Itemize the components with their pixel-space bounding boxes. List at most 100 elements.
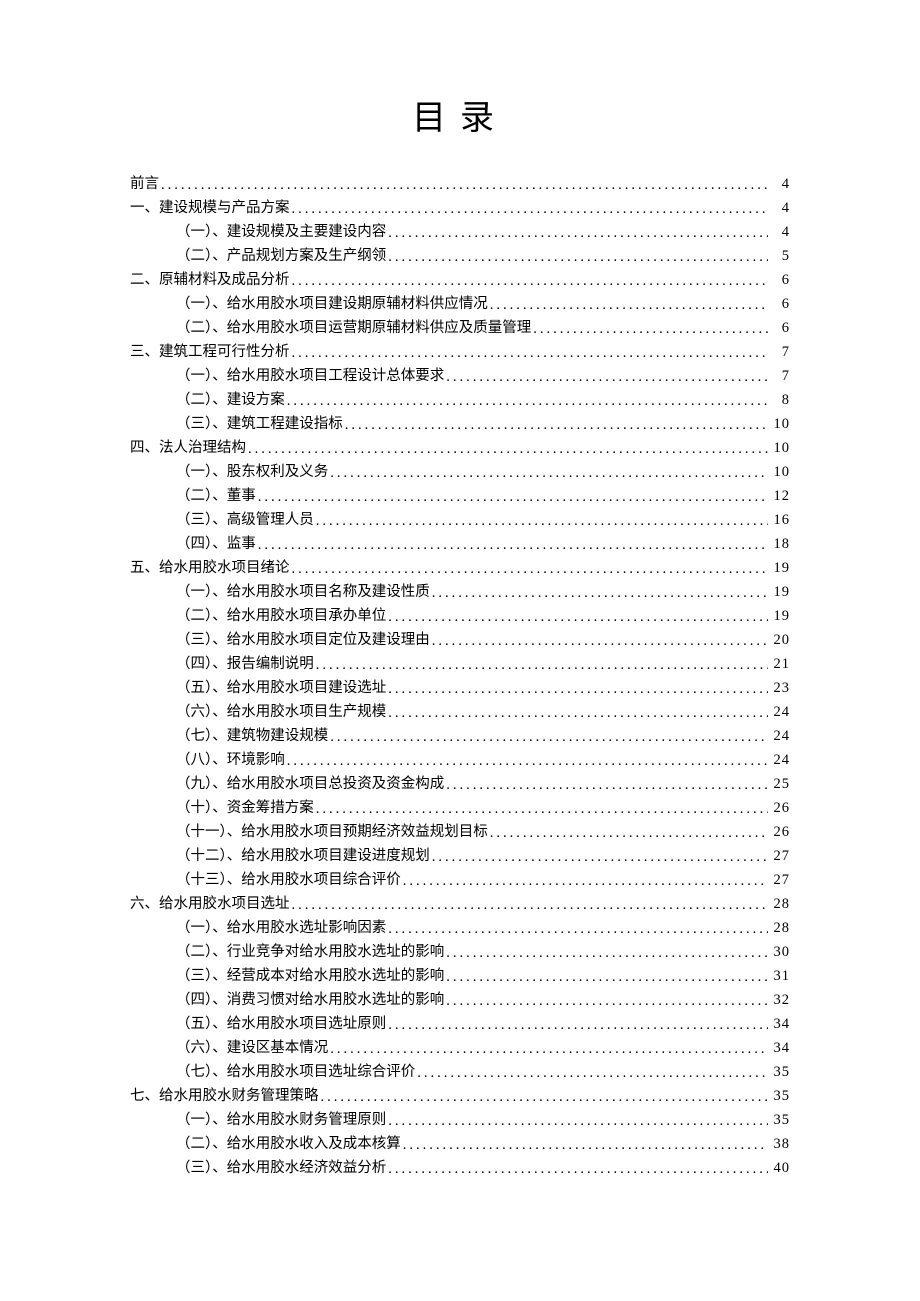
toc-entry-label: （一）、给水用胶水项目名称及建设性质 <box>176 585 430 600</box>
toc-entry: （二）、建设方案8 <box>130 393 790 408</box>
toc-entry-page: 32 <box>772 993 790 1008</box>
toc-leader-dots <box>316 802 768 817</box>
toc-entry-label: （三）、高级管理人员 <box>176 513 314 528</box>
toc-entry-label: 前言 <box>130 177 159 192</box>
toc-entry-label: 五、给水用胶水项目绪论 <box>130 561 290 576</box>
toc-entry: 前言4 <box>130 177 790 192</box>
toc-leader-dots <box>446 778 768 793</box>
toc-entry-page: 24 <box>772 705 790 720</box>
toc-entry: （二）、给水用胶水项目运营期原辅材料供应及质量管理6 <box>130 321 790 336</box>
toc-leader-dots <box>388 682 768 697</box>
toc-entry-label: （十一）、给水用胶水项目预期经济效益规划目标 <box>176 825 488 840</box>
toc-leader-dots <box>403 1138 768 1153</box>
toc-entry: （十一）、给水用胶水项目预期经济效益规划目标26 <box>130 825 790 840</box>
toc-entry: （二）、董事 12 <box>130 489 790 504</box>
toc-entry: （十二）、给水用胶水项目建设进度规划27 <box>130 849 790 864</box>
toc-leader-dots <box>321 1090 769 1105</box>
toc-entry: （八）、环境影响24 <box>130 753 790 768</box>
toc-leader-dots <box>403 874 768 889</box>
toc-entry: （二）、行业竞争对给水用胶水选址的影响30 <box>130 945 790 960</box>
toc-entry: （十）、资金筹措方案26 <box>130 801 790 816</box>
toc-entry-page: 18 <box>772 537 790 552</box>
toc-leader-dots <box>258 490 768 505</box>
toc-entry-page: 25 <box>772 777 790 792</box>
toc-entry-label: 二、原辅材料及成品分析 <box>130 273 290 288</box>
toc-entry-page: 38 <box>772 1137 790 1152</box>
toc-entry-label: （四）、监事 <box>176 537 256 552</box>
toc-entry-page: 35 <box>772 1113 790 1128</box>
toc-entry-page: 21 <box>772 657 790 672</box>
toc-title: 目录 <box>130 90 790 139</box>
toc-entry-label: （二）、董事 <box>176 489 256 504</box>
toc-entry-label: （三）、给水用胶水项目定位及建设理由 <box>176 633 430 648</box>
toc-entry-page: 4 <box>772 225 790 240</box>
toc-entry: （三）、给水用胶水经济效益分析40 <box>130 1161 790 1176</box>
toc-leader-dots <box>446 946 768 961</box>
toc-entry-label: （七）、给水用胶水项目选址综合评价 <box>176 1065 415 1080</box>
table-of-contents: 前言4一、建设规模与产品方案4（一）、建设规模及主要建设内容4（二）、产品规划方… <box>130 177 790 1176</box>
toc-entry-page: 6 <box>772 297 790 312</box>
toc-entry-label: （四）、报告编制说明 <box>176 657 314 672</box>
toc-entry-page: 23 <box>772 681 790 696</box>
toc-entry: （一）、建设规模及主要建设内容4 <box>130 225 790 240</box>
toc-leader-dots <box>388 226 768 241</box>
toc-entry-label: （五）、给水用胶水项目选址原则 <box>176 1017 386 1032</box>
toc-leader-dots <box>446 970 768 985</box>
toc-entry: 六、给水用胶水项目选址28 <box>130 897 790 912</box>
toc-leader-dots <box>490 298 768 313</box>
toc-leader-dots <box>417 1066 768 1081</box>
toc-entry-label: （六）、建设区基本情况 <box>176 1041 328 1056</box>
toc-entry-page: 34 <box>772 1017 790 1032</box>
toc-leader-dots <box>432 634 768 649</box>
toc-entry-page: 19 <box>772 561 790 576</box>
toc-entry-label: 四、法人治理结构 <box>130 441 246 456</box>
toc-entry: （一）、给水用胶水项目名称及建设性质19 <box>130 585 790 600</box>
toc-entry: 三、建筑工程可行性分析7 <box>130 345 790 360</box>
toc-leader-dots <box>533 322 768 337</box>
toc-entry-label: （六）、给水用胶水项目生产规模 <box>176 705 386 720</box>
toc-entry-page: 40 <box>772 1161 790 1176</box>
toc-leader-dots <box>316 658 768 673</box>
toc-entry: （九）、给水用胶水项目总投资及资金构成25 <box>130 777 790 792</box>
toc-entry-page: 5 <box>772 249 790 264</box>
toc-entry: （七）、建筑物建设规模 24 <box>130 729 790 744</box>
toc-entry: （三）、给水用胶水项目定位及建设理由 20 <box>130 633 790 648</box>
toc-leader-dots <box>345 418 768 433</box>
toc-entry-label: （七）、建筑物建设规模 <box>176 729 328 744</box>
toc-leader-dots <box>330 466 768 481</box>
toc-entry-page: 26 <box>772 801 790 816</box>
toc-entry-label: （四）、消费习惯对给水用胶水选址的影响 <box>176 993 444 1008</box>
toc-entry: （六）、建设区基本情况34 <box>130 1041 790 1056</box>
toc-leader-dots <box>248 442 768 457</box>
toc-entry: 二、原辅材料及成品分析6 <box>130 273 790 288</box>
toc-entry-label: （一）、给水用胶水项目工程设计总体要求 <box>176 369 444 384</box>
toc-entry: 四、法人治理结构10 <box>130 441 790 456</box>
toc-entry-page: 4 <box>772 201 790 216</box>
toc-leader-dots <box>292 898 769 913</box>
toc-entry-label: （一）、给水用胶水选址影响因素 <box>176 921 386 936</box>
toc-entry-label: （二）、给水用胶水项目运营期原辅材料供应及质量管理 <box>176 321 531 336</box>
toc-entry-page: 24 <box>772 729 790 744</box>
toc-entry-page: 8 <box>772 393 790 408</box>
toc-entry: 七、给水用胶水财务管理策略35 <box>130 1089 790 1104</box>
toc-entry: （二）、给水用胶水项目承办单位19 <box>130 609 790 624</box>
toc-leader-dots <box>388 250 768 265</box>
toc-leader-dots <box>292 346 769 361</box>
toc-entry-page: 19 <box>772 609 790 624</box>
toc-entry-label: （二）、给水用胶水收入及成本核算 <box>176 1137 401 1152</box>
toc-entry: （二）、给水用胶水收入及成本核算 38 <box>130 1137 790 1152</box>
toc-entry: （六）、给水用胶水项目生产规模 24 <box>130 705 790 720</box>
toc-entry-page: 20 <box>772 633 790 648</box>
toc-entry-page: 7 <box>772 345 790 360</box>
toc-entry: （一）、给水用胶水选址影响因素28 <box>130 921 790 936</box>
toc-entry: （七）、给水用胶水项目选址综合评价35 <box>130 1065 790 1080</box>
toc-leader-dots <box>388 1018 768 1033</box>
toc-leader-dots <box>292 202 769 217</box>
toc-entry-page: 12 <box>772 489 790 504</box>
toc-entry-page: 27 <box>772 873 790 888</box>
toc-leader-dots <box>388 922 768 937</box>
toc-entry: （十三）、给水用胶水项目综合评价27 <box>130 873 790 888</box>
toc-entry: （三）、高级管理人员16 <box>130 513 790 528</box>
toc-entry-page: 30 <box>772 945 790 960</box>
toc-leader-dots <box>446 994 768 1009</box>
